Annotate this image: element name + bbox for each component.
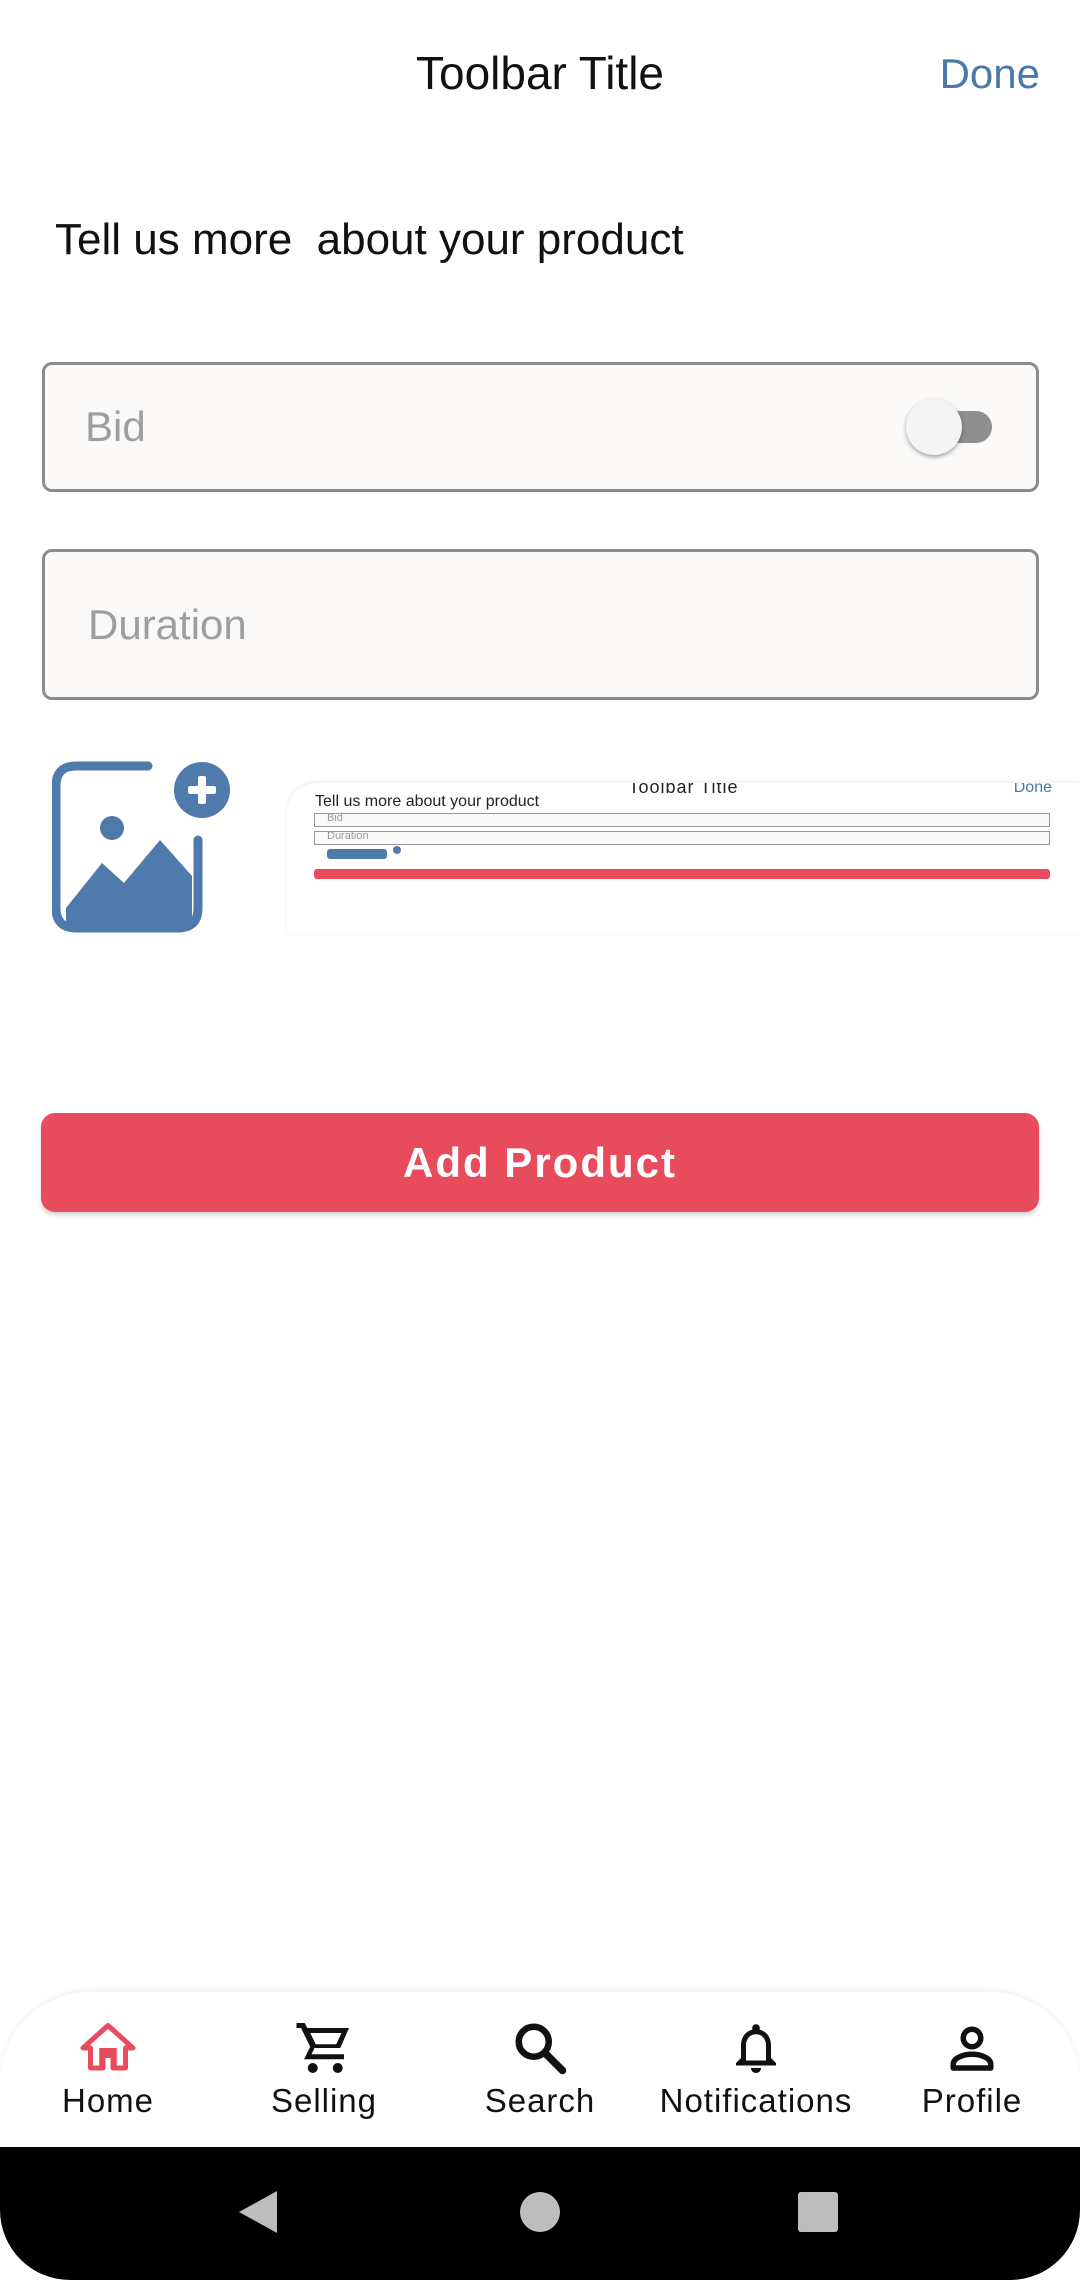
nav-item-notifications[interactable]: Notifications bbox=[648, 1992, 864, 2152]
thumbnail-duration-field: Duration bbox=[314, 830, 1050, 845]
person-icon bbox=[950, 2026, 994, 2071]
system-navigation-bar bbox=[0, 2147, 1080, 2280]
thumbnail-bid-label: Bid bbox=[327, 812, 343, 824]
nav-item-search[interactable]: Search bbox=[432, 1992, 648, 2152]
nav-item-profile[interactable]: Profile bbox=[864, 1992, 1080, 2152]
bell-icon bbox=[736, 2024, 776, 2073]
thumbnail-photo-icon bbox=[327, 846, 401, 859]
bid-placeholder: Bid bbox=[85, 403, 146, 450]
nav-item-home[interactable]: Home bbox=[0, 1992, 216, 2152]
toggle-thumb bbox=[906, 399, 962, 455]
done-button[interactable]: Done bbox=[940, 50, 1040, 98]
search-icon bbox=[515, 2023, 567, 2075]
toolbar-title: Toolbar Title bbox=[415, 47, 664, 99]
duration-field[interactable]: Duration bbox=[42, 549, 1039, 700]
toolbar: Toolbar Title Done bbox=[0, 0, 1080, 150]
form-prompt: Tell us more about your product bbox=[55, 215, 684, 264]
cart-icon bbox=[296, 2023, 349, 2073]
nav-label-profile: Profile bbox=[921, 2082, 1023, 2119]
thumbnail-prompt: Tell us more about your product bbox=[315, 793, 540, 810]
nav-item-selling[interactable]: Selling bbox=[216, 1992, 432, 2152]
nav-label-notifications: Notifications bbox=[659, 2082, 853, 2119]
thumbnail-done: Done bbox=[1013, 783, 1052, 796]
nav-label-search: Search bbox=[484, 2082, 596, 2119]
home-circle-icon[interactable] bbox=[505, 2177, 575, 2247]
nav-label-home: Home bbox=[61, 2082, 155, 2119]
add-photo-icon bbox=[51, 761, 230, 933]
thumbnail-bid-field: Bid bbox=[314, 812, 1050, 827]
bid-field[interactable]: Bid bbox=[42, 362, 1039, 492]
add-product-screen: Toolbar Title Done Tell us more about yo… bbox=[0, 0, 1080, 2280]
duration-placeholder: Duration bbox=[88, 600, 247, 648]
bid-toggle[interactable] bbox=[906, 399, 994, 455]
home-icon bbox=[80, 2023, 136, 2071]
thumbnail-duration-label: Duration bbox=[327, 830, 369, 842]
thumbnail-add-button bbox=[314, 869, 1050, 879]
add-product-button[interactable]: Add Product bbox=[41, 1113, 1039, 1212]
image-thumbnail[interactable]: Toolbar Title Done Tell us more about yo… bbox=[287, 783, 1080, 933]
bottom-navigation: Home Selling Search Notifications Profil… bbox=[0, 1992, 1080, 2152]
add-photo-button[interactable] bbox=[51, 758, 232, 933]
back-icon[interactable] bbox=[225, 2177, 295, 2247]
recents-icon[interactable] bbox=[783, 2177, 853, 2247]
nav-label-selling: Selling bbox=[270, 2082, 378, 2119]
